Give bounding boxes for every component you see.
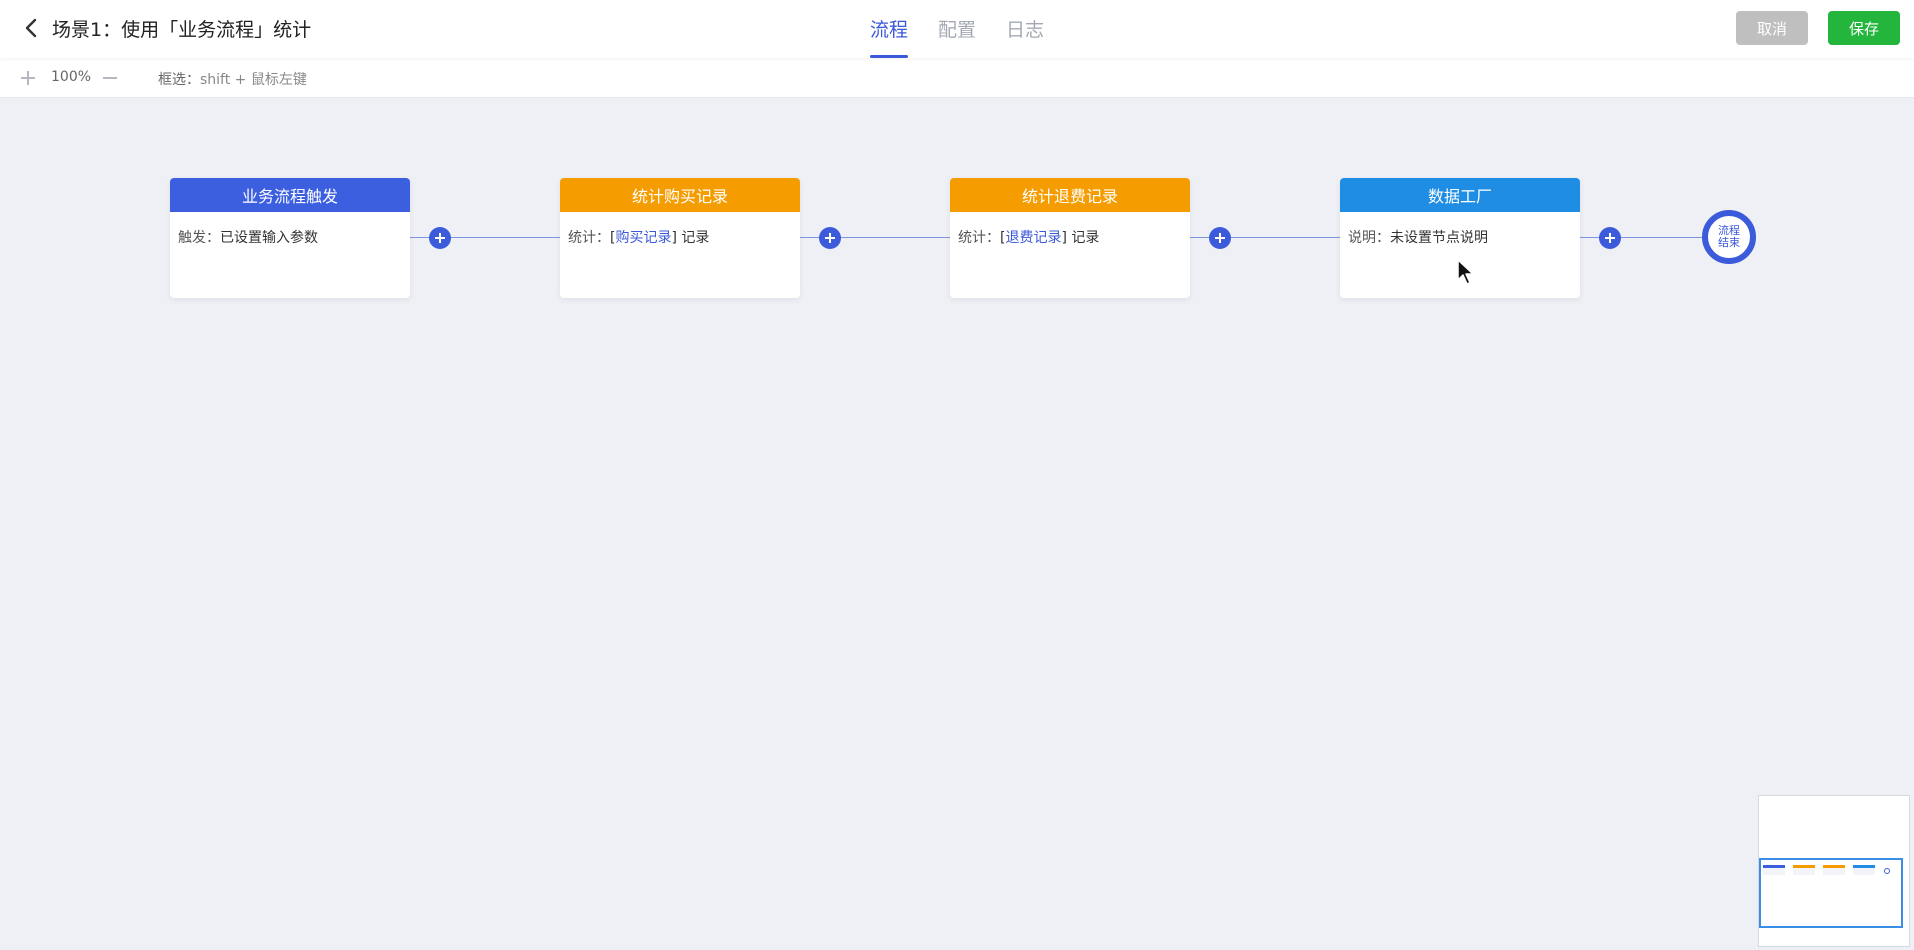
canvas-toolbar: 100% 框选：shift + 鼠标左键: [0, 58, 1914, 98]
back-arrow-icon[interactable]: [20, 16, 44, 40]
node-desc-text: ] 记录: [1061, 230, 1100, 246]
box-select-hint-label: 框选：: [158, 72, 200, 88]
node-desc-text: 未设置节点说明: [1390, 230, 1488, 246]
plus-icon: [1215, 233, 1225, 243]
minimap[interactable]: [1758, 795, 1910, 947]
node-description: 统计：[购买记录] 记录: [560, 212, 800, 247]
node-desc-link[interactable]: 购买记录: [615, 230, 671, 246]
page-title: 场景1：使用「业务流程」统计: [52, 19, 312, 41]
node-title: 数据工厂: [1340, 178, 1580, 212]
tab-bar: 流程 配置 日志: [870, 0, 1074, 58]
minimap-node: [1853, 865, 1875, 875]
zoom-in-icon[interactable]: [18, 68, 38, 88]
save-button[interactable]: 保存: [1828, 11, 1900, 45]
flow-end-node[interactable]: 流程 结束: [1702, 210, 1756, 264]
node-title: 统计购买记录: [560, 178, 800, 212]
plus-icon: [825, 233, 835, 243]
node-description: 说明：未设置节点说明: [1340, 212, 1580, 247]
flow-node-trigger[interactable]: 业务流程触发 触发：已设置输入参数: [170, 178, 410, 298]
node-description: 统计：[退费记录] 记录: [950, 212, 1190, 247]
node-desc-text: ] 记录: [671, 230, 710, 246]
node-desc-label: 统计：: [958, 230, 1000, 246]
minimap-node: [1793, 865, 1815, 875]
header-bar: 场景1：使用「业务流程」统计 流程 配置 日志 取消 保存: [0, 0, 1914, 58]
tab-config[interactable]: 配置: [938, 0, 976, 58]
end-label-line2: 结束: [1718, 236, 1740, 249]
node-desc-link[interactable]: 退费记录: [1005, 230, 1061, 246]
minimap-node: [1823, 865, 1845, 875]
box-select-hint: 框选：shift + 鼠标左键: [158, 69, 307, 89]
zoom-out-icon[interactable]: [100, 68, 120, 88]
minimap-end-node: [1884, 868, 1890, 874]
plus-icon: [435, 233, 445, 243]
node-description: 触发：已设置输入参数: [170, 212, 410, 247]
node-title: 业务流程触发: [170, 178, 410, 212]
flow-node-refund-stats[interactable]: 统计退费记录 统计：[退费记录] 记录: [950, 178, 1190, 298]
add-node-button[interactable]: [819, 227, 841, 249]
mouse-cursor-icon: [1457, 259, 1474, 285]
tab-flow[interactable]: 流程: [870, 0, 909, 58]
node-desc-label: 说明：: [1348, 230, 1390, 246]
node-desc-text: 已设置输入参数: [220, 230, 318, 246]
node-desc-label: 触发：: [178, 230, 220, 246]
minimap-node: [1763, 865, 1785, 875]
node-title: 统计退费记录: [950, 178, 1190, 212]
add-node-button[interactable]: [429, 227, 451, 249]
box-select-hint-keys: shift + 鼠标左键: [200, 72, 307, 88]
add-node-button[interactable]: [1599, 227, 1621, 249]
node-desc-label: 统计：: [568, 230, 610, 246]
zoom-level: 100%: [51, 69, 92, 85]
add-node-button[interactable]: [1209, 227, 1231, 249]
flow-node-purchase-stats[interactable]: 统计购买记录 统计：[购买记录] 记录: [560, 178, 800, 298]
cancel-button[interactable]: 取消: [1736, 11, 1808, 45]
plus-icon: [1605, 233, 1615, 243]
flow-canvas[interactable]: 业务流程触发 触发：已设置输入参数 统计购买记录 统计：[购买记录] 记录 统计…: [0, 98, 1914, 950]
tab-log[interactable]: 日志: [1006, 0, 1044, 58]
